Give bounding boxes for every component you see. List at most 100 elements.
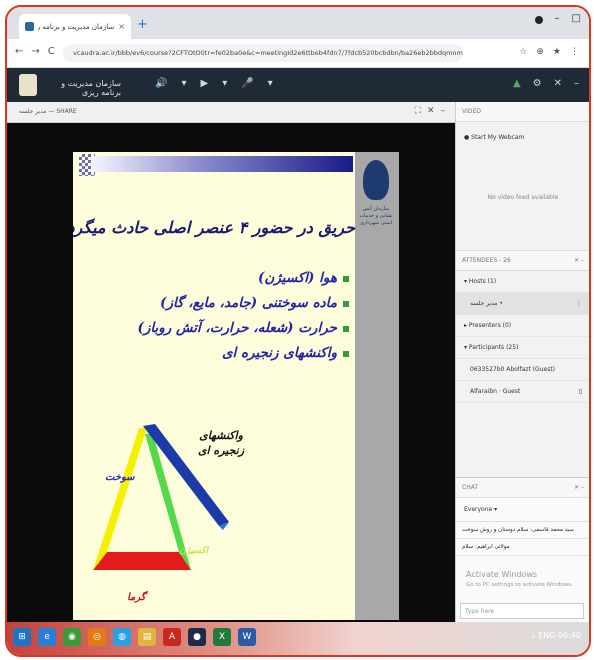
address-bar-row: ← → C vcaudra.ac.ir/bbb/ev6/course?2CFTO… <box>7 39 589 68</box>
speaker-dropdown-icon[interactable]: ▾ <box>181 78 186 89</box>
extension-icon[interactable]: ⊕ <box>536 47 544 57</box>
mic-dropdown-icon[interactable]: ▾ <box>268 78 273 89</box>
slide-bullet: واکنشهای زنجیره ای <box>109 345 349 361</box>
profile-icon[interactable] <box>534 16 543 24</box>
slide-title: حریق در حضور ۴ عنصر اصلی حادث میگردد: <box>73 218 355 237</box>
heat-base-face <box>93 552 191 570</box>
browser-tabstrip: سازمان مدیریت و برنامه ریزی × + – □ <box>7 7 589 39</box>
speaker-icon[interactable]: 🔊 <box>155 78 167 89</box>
screenshot-frame: سازمان مدیریت و برنامه ریزی × + – □ ← → … <box>5 5 591 657</box>
windows-taskbar: ⊞ e ◉ ◎ ◍ ▤ A ● X W ▵ ENG 06:40 <box>7 622 589 655</box>
right-sidebar: VIDEO ● Start My Webcam No video feed av… <box>455 102 589 623</box>
app-icon[interactable]: ● <box>188 628 206 646</box>
tab-title: سازمان مدیریت و برنامه ریزی <box>38 22 115 31</box>
attendee-row[interactable]: مدیر جلسه • ⋮ <box>456 293 589 315</box>
attendee-group-participants[interactable]: ▾ Participants (25) <box>456 337 589 359</box>
activate-windows-watermark: Activate Windows Go to PC settings to ac… <box>466 570 573 590</box>
bullet-marker-icon <box>343 300 349 307</box>
slide-bullet-text: هوا (اکسیژن) <box>258 270 337 286</box>
nav-buttons: ← → C <box>15 46 55 57</box>
attendees-pod: ATTENDEES - 26 ✕ – ▾ Hosts (1) مدیر جلسه … <box>456 251 589 476</box>
media-controls: 🔊 ▾ ▶ ▾ 🎤 ▾ <box>155 78 273 89</box>
menu-icon[interactable]: ⋮ <box>570 47 579 57</box>
reload-button[interactable]: C <box>48 46 55 57</box>
collapse-icon[interactable]: – <box>574 78 579 89</box>
browser-icon[interactable]: ◍ <box>113 628 131 646</box>
connection-signal-icon[interactable]: ▲ <box>513 78 521 89</box>
fuel-face <box>93 428 147 570</box>
slide-bullet-text: واکنشهای زنجیره ای <box>221 345 337 361</box>
bookmark-star-icon[interactable]: ☆ <box>519 47 527 57</box>
word-icon[interactable]: W <box>238 628 256 646</box>
system-tray[interactable]: ▵ ENG 06:40 <box>532 631 581 640</box>
chat-message: سید محمد قاسمی: سلام دوستان و روش سوخت <box>456 522 589 539</box>
chrome-icon[interactable]: ◉ <box>63 628 81 646</box>
attendee-options-icon[interactable]: ⋮ <box>576 300 582 307</box>
attendee-row[interactable]: Alfaraibn · Guest ▯ <box>456 381 589 403</box>
slide-bullet-text: حرارت (شعله، حرارت، آتش روباز) <box>137 320 337 336</box>
chat-input[interactable]: Type here <box>460 603 584 619</box>
emblem-caption: سازمان آتش نشانی و خدمات ایمنی شهرداری <box>359 206 393 226</box>
minimize-pane-icon[interactable]: – <box>441 106 446 116</box>
close-share-icon[interactable]: ✕ <box>427 106 435 116</box>
bullet-marker-icon <box>343 275 349 282</box>
chat-pod: CHAT ✕ – Everyone ▾ سید محمد قاسمی: سلام … <box>456 477 589 623</box>
back-button[interactable]: ← <box>15 46 23 57</box>
chat-menu-icon[interactable]: ✕ – <box>574 484 584 491</box>
favorites-icon[interactable]: ★ <box>553 47 561 57</box>
share-dropdown-icon[interactable]: ▾ <box>222 78 227 89</box>
bullet-marker-icon <box>343 325 349 332</box>
fullscreen-icon[interactable]: ⛶ <box>415 106 421 116</box>
favicon-icon <box>25 22 34 31</box>
firefox-icon[interactable]: ◎ <box>88 628 106 646</box>
acrobat-icon[interactable]: A <box>163 628 181 646</box>
heat-label: گرما <box>127 592 146 603</box>
slide-bullet: ماده سوختنی (جامد، مایع، گاز) <box>109 295 349 311</box>
attendees-menu-icon[interactable]: ✕ – <box>574 257 584 264</box>
header-right-controls: ▲ ⚙ ✕ – <box>513 78 579 89</box>
attendee-group-hosts[interactable]: ▾ Hosts (1) <box>456 271 589 293</box>
file-explorer-icon[interactable]: ▤ <box>138 628 156 646</box>
chat-header: CHAT ✕ – <box>456 478 589 498</box>
browser-tab[interactable]: سازمان مدیریت و برنامه ریزی × <box>19 14 131 39</box>
attendee-row[interactable]: 0633527b0 Abolfazt (Guest) <box>456 359 589 381</box>
video-header: VIDEO <box>456 102 589 122</box>
microphone-icon[interactable]: 🎤 <box>241 78 253 89</box>
url-field[interactable]: vcaudra.ac.ir/bbb/ev6/course?2CFTOtO0tr=… <box>63 44 463 62</box>
attendee-label: مدیر جلسه • <box>470 300 503 307</box>
slide-side-panel: سازمان آتش نشانی و خدمات ایمنی شهرداری <box>355 152 399 620</box>
slide-bullet-text: ماده سوختنی (جامد، مایع، گاز) <box>160 295 337 311</box>
taskbar-icons: ⊞ e ◉ ◎ ◍ ▤ A ● X W <box>13 628 256 646</box>
fuel-label: سوخت <box>105 472 135 483</box>
attendee-label: ▾ Hosts (1) <box>464 278 497 285</box>
attendee-label: ▾ Participants (25) <box>464 344 519 351</box>
slide-bullets: هوا (اکسیژن) ماده سوختنی (جامد، مایع، گا… <box>109 270 349 370</box>
attendee-status-icon[interactable]: ▯ <box>579 388 582 395</box>
watermark-title: Activate Windows <box>466 570 538 579</box>
org-logo-icon <box>19 74 37 96</box>
attendees-header-label: ATTENDEES - 26 <box>462 257 511 264</box>
start-menu-icon[interactable]: ⊞ <box>13 628 31 646</box>
minimize-button[interactable]: – <box>555 13 560 24</box>
maximize-button[interactable]: □ <box>572 13 581 24</box>
presentation-pane: مدیر جلسه — SHARE ⛶ ✕ – سازمان آتش نشانی… <box>7 102 455 622</box>
presentation-tools: ⛶ ✕ – <box>415 106 445 116</box>
new-tab-button[interactable]: + <box>137 17 148 32</box>
window-controls: – □ <box>534 13 581 24</box>
excel-icon[interactable]: X <box>213 628 231 646</box>
forward-button[interactable]: → <box>31 46 39 57</box>
tab-close-icon[interactable]: × <box>118 22 125 31</box>
attendee-label: ▸ Presenters (0) <box>464 322 512 329</box>
no-video-message: No video feed available <box>487 194 559 201</box>
attendee-group-presenters[interactable]: ▸ Presenters (0) <box>456 315 589 337</box>
oxygen-label: اکسیژن <box>179 546 209 556</box>
app-header: سازمان مدیریت و برنامه ریزی 🔊 ▾ ▶ ▾ 🎤 ▾ … <box>7 68 589 102</box>
start-webcam-button[interactable]: ● Start My Webcam <box>464 134 524 141</box>
settings-gear-icon[interactable]: ⚙ <box>533 78 542 89</box>
share-icon[interactable]: ▶ <box>200 78 208 89</box>
leave-icon[interactable]: ✕ <box>554 78 562 89</box>
edge-browser-icon[interactable]: e <box>38 628 56 646</box>
slide-bullet: هوا (اکسیژن) <box>109 270 349 286</box>
chat-recipient-select[interactable]: Everyone ▾ <box>456 498 589 522</box>
attendees-header: ATTENDEES - 26 ✕ – <box>456 251 589 271</box>
